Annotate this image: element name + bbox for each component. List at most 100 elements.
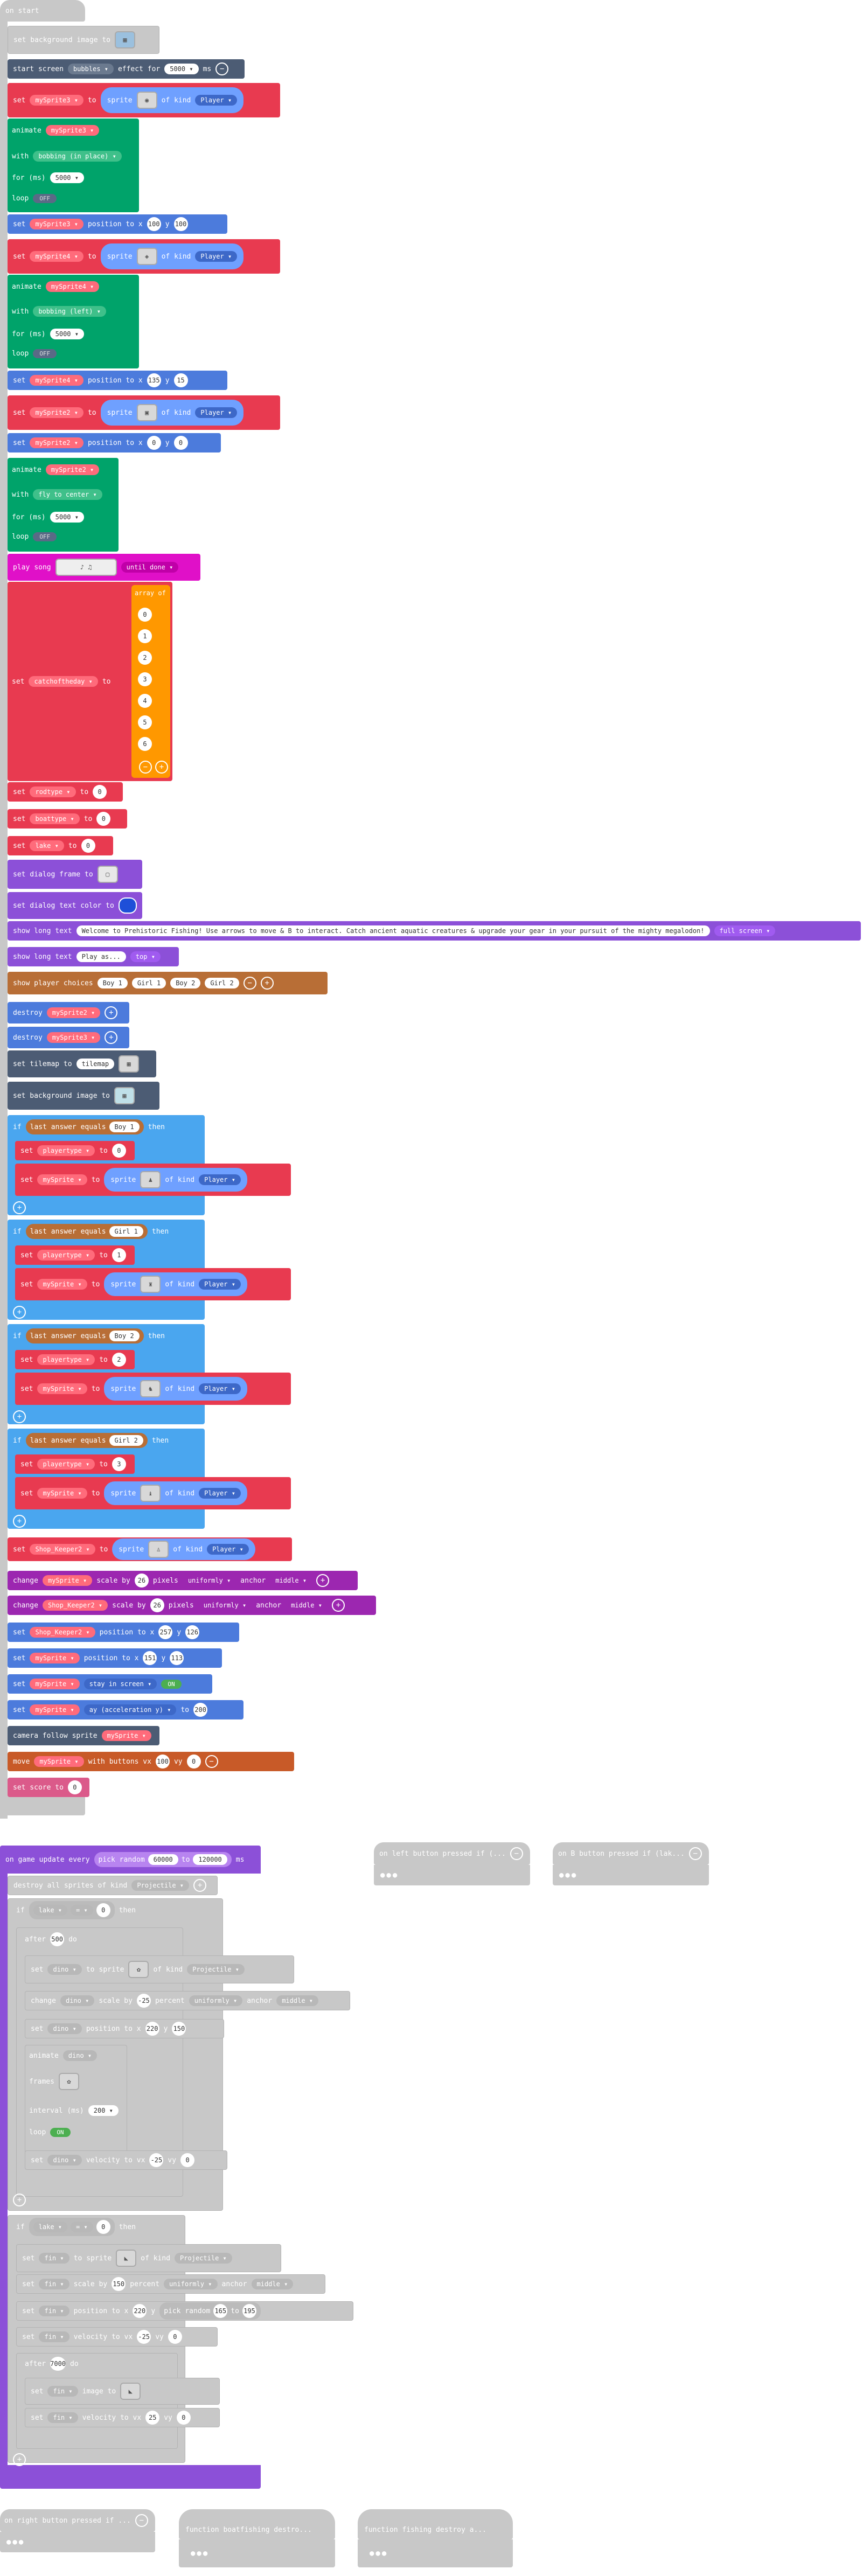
animation-dropdown[interactable]: fly to center	[33, 489, 102, 500]
sprite-of-kind-block[interactable]: sprite ▣ of kind Player	[100, 400, 244, 426]
kind-dropdown[interactable]: Player	[195, 407, 238, 418]
ms-input[interactable]: 5000	[50, 172, 84, 183]
game-update-header[interactable]: on game update every pick random 60000 t…	[0, 1848, 261, 1871]
song-thumb[interactable]: ♪ ♫	[55, 559, 117, 576]
move-with-buttons-block[interactable]: move mySprite with buttons vx 100 vy 0 −	[8, 1752, 294, 1771]
variable-dropdown[interactable]: playertype	[37, 1145, 95, 1156]
set-playertype-block[interactable]: setplayertypeto0	[15, 1141, 135, 1160]
set-playertype-block[interactable]: setplayertypeto1	[15, 1245, 135, 1265]
compare-block[interactable]: lake = 0	[29, 2218, 115, 2236]
loop-toggle[interactable]: OFF	[33, 194, 57, 203]
anchor-dropdown[interactable]: middle	[276, 1995, 319, 2006]
variable-dropdown[interactable]: mySprite3	[30, 95, 83, 106]
value-input[interactable]: 0	[96, 812, 111, 826]
set-image-block[interactable]: set fin image to ◣	[25, 2378, 220, 2405]
loop-toggle[interactable]: OFF	[33, 349, 57, 358]
last-answer-equals-block[interactable]: last answer equals Girl 1	[25, 1224, 148, 1239]
variable-dropdown[interactable]: dino	[62, 2050, 98, 2061]
set-background-image-block[interactable]: set background image to ▦	[8, 26, 159, 54]
anchor-dropdown[interactable]: middle	[270, 1575, 312, 1586]
set-lake-block[interactable]: set lake to 0	[8, 836, 113, 855]
vy-input[interactable]: 0	[176, 2411, 191, 2425]
variable-dropdown[interactable]: mySprite	[30, 1653, 80, 1663]
set-dino-block[interactable]: set dino to sprite ✿ of kind Projectile	[25, 1955, 294, 1983]
effect-dropdown[interactable]: bubbles	[67, 64, 114, 74]
scale-input[interactable]: 26	[150, 1598, 164, 1612]
loop-toggle[interactable]: ON	[50, 2128, 71, 2137]
kind-dropdown[interactable]: Player	[207, 1544, 249, 1555]
variable-dropdown[interactable]: mySprite3	[30, 219, 83, 229]
array-item-input[interactable]: 6	[138, 737, 152, 751]
destroy-all-block[interactable]: destroy all sprites of kind Projectile +	[8, 1876, 218, 1895]
on-start-hat[interactable]: on start	[0, 0, 85, 22]
value-input[interactable]: 1	[112, 1248, 126, 1262]
choice-input[interactable]: Girl 1	[131, 978, 166, 988]
background-image-thumb[interactable]: ▦	[115, 31, 136, 48]
y-input[interactable]: 15	[173, 373, 188, 387]
collapsed-right-button-handler[interactable]: on right button pressed if ... − ●●●	[0, 2509, 155, 2552]
max-input[interactable]: 120000	[193, 1854, 227, 1865]
x-input[interactable]: 100	[147, 217, 161, 231]
choice-input[interactable]: Boy 2	[170, 978, 201, 988]
variable-dropdown[interactable]: Shop_Keeper2	[30, 1627, 95, 1638]
kind-dropdown[interactable]: Projectile	[131, 1880, 190, 1891]
variable-dropdown[interactable]: Shop_Keeper2	[42, 1600, 108, 1611]
start-screen-effect-block[interactable]: start screen bubbles effect for 5000 ms …	[8, 59, 245, 79]
scale-input[interactable]: 150	[112, 2277, 126, 2291]
set-position-block[interactable]: set mySprite position to x 151 y 113	[8, 1648, 222, 1668]
variable-dropdown[interactable]: playertype	[37, 1354, 95, 1365]
variable-dropdown[interactable]: mySprite2	[46, 1007, 101, 1018]
if-condition-row[interactable]: if lake = 0 then	[11, 1900, 183, 1920]
expand-icon[interactable]: +	[105, 1006, 118, 1019]
animate-frames-block[interactable]	[25, 2045, 127, 2158]
y-input[interactable]: 113	[170, 1651, 184, 1665]
sprite-image-thumb[interactable]: ♙	[148, 1541, 169, 1558]
variable-dropdown[interactable]: fin	[39, 2279, 69, 2289]
kind-dropdown[interactable]: Player	[199, 1488, 241, 1499]
kind-dropdown[interactable]: Projectile	[175, 2253, 232, 2264]
variable-dropdown[interactable]: rodtype	[30, 786, 76, 797]
set-rodtype-block[interactable]: set rodtype to 0	[8, 782, 123, 802]
anchor-dropdown[interactable]: middle	[251, 2279, 294, 2289]
sprite-image-thumb[interactable]: ♜	[140, 1276, 161, 1293]
set-position-block[interactable]: set mySprite2 position to x 0 y 0	[8, 433, 221, 452]
variable-dropdown[interactable]: mySprite	[34, 1756, 84, 1767]
play-song-block[interactable]: play song ♪ ♫ until done	[8, 554, 200, 581]
variable-dropdown[interactable]: mySprite3	[46, 1032, 101, 1043]
color-swatch[interactable]	[118, 897, 137, 914]
y-input[interactable]: 100	[173, 217, 188, 231]
sprite-image-thumb[interactable]: ✿	[128, 1961, 149, 1978]
answer-input[interactable]: Girl 1	[109, 1226, 143, 1237]
sprite-of-kind-block[interactable]: sprite ♜ of kind Player	[104, 1272, 247, 1296]
variable-dropdown[interactable]: mySprite	[30, 1704, 80, 1715]
min-input[interactable]: 165	[213, 2304, 228, 2318]
destroy-block[interactable]: destroy mySprite2 +	[8, 1002, 129, 1024]
collapsed-b-button-handler[interactable]: on B button pressed if (lak... − ●●●	[553, 1842, 709, 1885]
scale-mode-dropdown[interactable]: uniformly	[189, 1995, 243, 2006]
expand-icon[interactable]: +	[105, 1031, 118, 1044]
if-answer-block[interactable]: if last answer equals Boy 1 then set playerty…	[8, 1115, 291, 1215]
change-scale-block[interactable]: change dino scale by -25 percent uniform…	[25, 1991, 350, 2010]
vy-input[interactable]: 0	[168, 2330, 182, 2344]
flag-dropdown[interactable]: stay in screen	[83, 1679, 157, 1689]
set-mysprite4-block[interactable]: set mySprite4 to sprite ◈ of kind Player	[8, 239, 280, 274]
tilemap-name[interactable]: tilemap	[76, 1059, 115, 1069]
expand-icon[interactable]: +	[316, 1574, 330, 1587]
variable-dropdown[interactable]: lake	[30, 840, 64, 851]
y-input[interactable]: 150	[172, 2022, 186, 2036]
scale-input[interactable]: -25	[136, 1994, 151, 2008]
variable-dropdown[interactable]: mySprite3	[45, 125, 100, 136]
set-playertype-block[interactable]: setplayertypeto2	[15, 1350, 135, 1369]
set-position-block[interactable]: set mySprite3 position to x 100 y 100	[8, 214, 227, 234]
value-input[interactable]: 2	[112, 1353, 126, 1367]
show-long-text-block[interactable]: show long text Welcome to Prehistoric Fi…	[8, 921, 861, 941]
array-item-input[interactable]: 3	[138, 672, 152, 686]
kind-dropdown[interactable]: Projectile	[187, 1964, 245, 1975]
position-dropdown[interactable]: full screen	[714, 925, 776, 936]
sprite-of-kind-block[interactable]: sprite ♝ of kind Player	[104, 1481, 247, 1505]
sprite-of-kind-block[interactable]: sprite ♙ of kind Player	[112, 1538, 255, 1560]
change-scale-block[interactable]: change Shop_Keeper2 scale by 26 pixels u…	[8, 1596, 376, 1615]
show-player-choices-block[interactable]: show player choices Boy 1 Girl 1 Boy 2 G…	[8, 972, 328, 994]
variable-dropdown[interactable]: dino	[47, 1964, 82, 1975]
property-dropdown[interactable]: ay (acceleration y)	[83, 1704, 177, 1715]
